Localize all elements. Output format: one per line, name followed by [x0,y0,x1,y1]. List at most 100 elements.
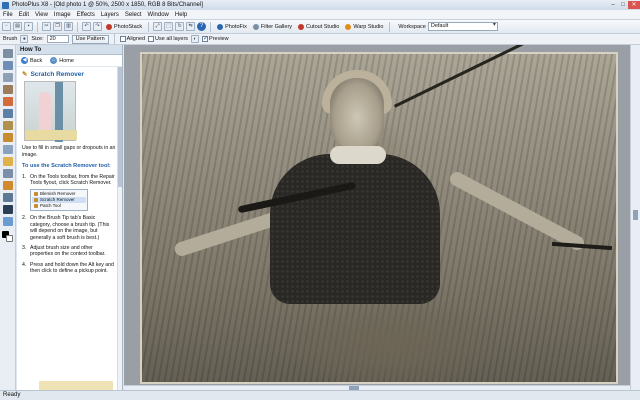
background-color-swatch[interactable] [6,235,13,242]
open-file-icon[interactable]: ▤ [13,22,22,31]
toolbar-divider [389,21,391,32]
how-to-title-text: Scratch Remover [30,71,84,78]
menu-select[interactable]: Select [122,12,145,18]
old-photo-image[interactable] [140,45,618,384]
brush-tool-icon[interactable] [3,133,13,142]
undo-icon[interactable]: ↶ [82,22,91,31]
home-button[interactable]: ⌂ Home [50,57,74,64]
menu-image[interactable]: Image [51,12,74,18]
how-to-title: ✎ Scratch Remover [22,71,117,78]
text-tool-icon[interactable] [3,205,13,214]
paste-icon[interactable]: ▥ [64,22,73,31]
vertical-scrollbar[interactable] [630,45,640,390]
filter-gallery-icon [252,23,259,30]
back-button[interactable]: ◀ Back [21,57,42,64]
menu-view[interactable]: View [32,12,51,18]
document-canvas[interactable] [124,45,630,385]
image-size-icon[interactable]: ⤢ [153,22,163,31]
cutout-studio-icon [298,23,305,30]
patch-tool-icon [34,204,38,209]
size-field[interactable]: 20 [46,35,69,43]
menu-effects[interactable]: Effects [74,12,98,18]
menu-edit[interactable]: Edit [16,12,32,18]
warp-studio-button[interactable]: Warp Studio [343,22,385,32]
menu-window[interactable]: Window [145,12,172,18]
step-2: 2. On the Brush Tip tab's Basic category… [22,215,117,241]
maximize-button[interactable]: □ [618,1,628,9]
rotate-icon[interactable]: ↻ [175,22,185,31]
flyout-item-label: Patch Tool [40,203,61,209]
how-to-scrollbar[interactable] [117,67,122,390]
half-circle-icon[interactable]: ◐ [191,35,200,43]
toolbar-divider [77,21,78,32]
menu-file[interactable]: File [0,12,16,18]
how-to-content: ✎ Scratch Remover Use to fill in small g… [17,67,122,278]
filter-gallery-button[interactable]: Filter Gallery [251,22,294,32]
step-number: 1. [22,173,27,180]
how-to-panel: How To ◀ Back ⌂ Home ✎ Scratch Remover U… [17,45,123,390]
copy-icon[interactable]: ❐ [53,22,62,31]
thumbnail-figure [39,92,51,133]
status-bar: Ready [0,390,640,400]
section-heading: To use the Scratch Remover tool: [22,163,111,170]
use-all-layers-checkbox[interactable]: Use all layers [148,36,188,42]
zoom-tool-icon[interactable] [3,217,13,226]
app-icon [2,1,9,9]
photofix-button[interactable]: PhotoFix [215,22,249,32]
photo-collar [330,146,386,164]
home-icon: ⌂ [50,57,58,64]
close-button[interactable]: ✕ [628,1,640,9]
step-number: 4. [22,261,27,268]
photostack-label: PhotoStack [114,23,143,30]
tools-toolbar [0,45,16,390]
home-label: Home [59,57,74,64]
photostack-button[interactable]: PhotoStack [104,22,144,32]
menu-help[interactable]: Help [172,12,190,18]
workspace-select[interactable]: Default [427,22,498,31]
cut-icon[interactable]: ✂ [42,22,51,31]
color-picker-icon[interactable] [3,121,13,130]
save-icon[interactable]: ▪ [24,22,33,31]
step-text: Adjust brush size and other properties o… [30,245,106,258]
window-title: PhotoPlus X8 - [Old photo 1 @ 50%, 2500 … [12,2,203,8]
flip-icon[interactable]: ⇋ [186,22,196,31]
step-1: 1. On the Tools toolbar, from the Repair… [22,174,117,187]
selection-tool-icon[interactable] [3,61,13,70]
back-arrow-icon: ◀ [21,57,28,64]
example-thumbnail [24,81,77,143]
warp-studio-icon [345,23,352,30]
standard-toolbar: ▫ ▤ ▪ ✂ ❐ ▥ ↶ ↷ PhotoStack ⤢ ⬚ ↻ ⇋ ? Pho… [0,20,640,34]
repair-tool-icon[interactable] [3,157,13,166]
title-bar: PhotoPlus X8 - [Old photo 1 @ 50%, 2500 … [0,0,640,10]
crop-tool-icon[interactable] [3,73,13,82]
canvas-size-icon[interactable]: ⬚ [164,22,174,31]
preview-checkbox[interactable]: ✓ Preview [202,36,229,42]
redo-icon[interactable]: ↷ [93,22,102,31]
help-icon[interactable]: ? [197,22,207,31]
aligned-checkbox[interactable]: Aligned [119,36,145,42]
minimize-button[interactable]: – [608,1,618,9]
shape-tool-icon[interactable] [3,193,13,202]
warp-studio-label: Warp Studio [353,23,384,30]
use-pattern-button[interactable]: Use Pattern [71,34,109,44]
smudge-tool-icon[interactable] [3,169,13,178]
toolbar-divider [148,21,150,32]
eraser-tool-icon[interactable] [3,145,13,154]
toolbar-divider [37,21,38,32]
paint-tool-icon[interactable] [3,97,13,106]
lasso-tool-icon[interactable] [3,85,13,94]
menu-layers[interactable]: Layers [98,12,122,18]
step-number: 3. [22,245,27,252]
photo-scratch [551,241,613,251]
fill-tool-icon[interactable] [3,181,13,190]
cutout-studio-button[interactable]: Cutout Studio [296,22,341,32]
clone-tool-icon[interactable] [3,109,13,118]
back-label: Back [30,57,43,64]
photofix-label: PhotoFix [225,23,247,30]
brush-tip-icon[interactable]: ● [20,35,29,43]
move-tool-icon[interactable] [3,49,13,58]
new-file-icon[interactable]: ▫ [2,22,11,31]
vertical-scroll-thumb[interactable] [633,210,638,220]
how-to-scroll-thumb[interactable] [118,67,122,187]
use-all-layers-box [148,36,155,42]
